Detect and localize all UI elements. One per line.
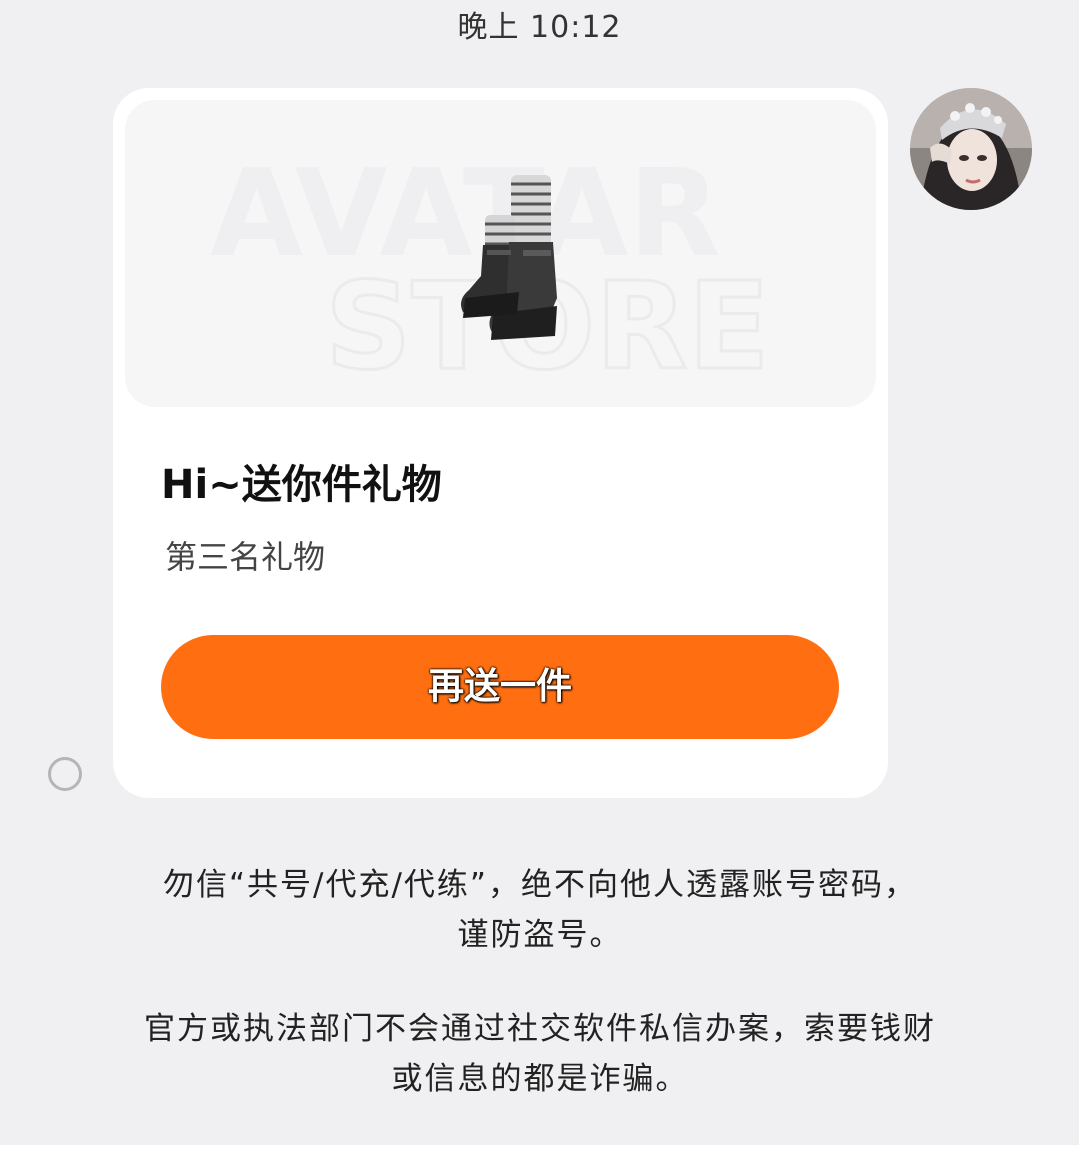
gift-title: Hi~送你件礼物 — [161, 462, 442, 508]
send-another-button[interactable]: 再送一件 — [161, 635, 839, 739]
gift-subtitle: 第三名礼物 — [165, 538, 326, 576]
gift-message-card[interactable]: AVATAR STORE — [113, 88, 888, 798]
message-timestamp: 晚上 10:12 — [457, 10, 622, 45]
sender-avatar[interactable] — [910, 88, 1032, 210]
bottom-divider — [0, 1145, 1079, 1155]
message-select-radio[interactable] — [48, 757, 82, 791]
notice-line: 官方或执法部门不会通过社交软件私信办案，索要钱财 — [144, 1011, 936, 1047]
security-notice-account: 勿信“共号/代充/代练”，绝不向他人透露账号密码， 谨防盗号。 — [90, 860, 990, 960]
notice-line: 或信息的都是诈骗。 — [391, 1061, 689, 1097]
security-notice-fraud: 官方或执法部门不会通过社交软件私信办案，索要钱财 或信息的都是诈骗。 — [90, 1004, 990, 1104]
notice-line: 谨防盗号。 — [457, 917, 623, 953]
notice-line: 勿信“共号/代充/代练”，绝不向他人透露账号密码， — [162, 867, 917, 903]
avatar-image — [910, 88, 1032, 210]
gift-preview: AVATAR STORE — [125, 100, 876, 407]
